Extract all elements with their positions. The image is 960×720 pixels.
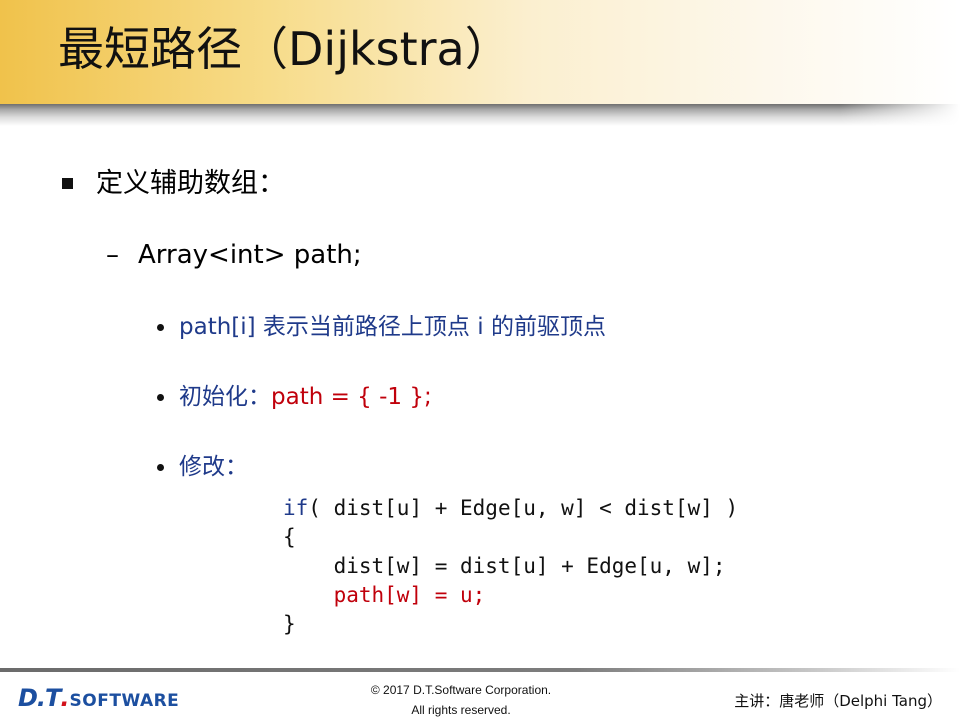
dot-bullet-icon — [157, 324, 164, 331]
lecturer-credit: 主讲：唐老师（Delphi Tang） — [734, 692, 942, 710]
code-block: if( dist[u] + Edge[u, w] < dist[w] ) { d… — [283, 494, 738, 639]
code-line-path-update: path[w] = u; — [283, 583, 486, 607]
dot-bullet-icon — [157, 464, 164, 471]
square-bullet-icon — [62, 178, 73, 189]
logo-dot: . — [60, 684, 70, 712]
title-banner: 最短路径（Dijkstra） — [0, 0, 960, 104]
init-label: 初始化： — [179, 384, 271, 410]
dash-bullet-icon: – — [106, 240, 119, 270]
code-line: } — [283, 612, 296, 636]
init-code: path = { -1 }; — [271, 384, 432, 410]
slide-title: 最短路径（Dijkstra） — [58, 22, 511, 76]
logo-dt: D.T — [18, 684, 61, 712]
bullet-level1-text: 定义辅助数组： — [96, 168, 285, 199]
bullet-item-init: 初始化：path = { -1 }; — [179, 380, 432, 414]
copyright-notice: © 2017 D.T.Software Corporation. All rig… — [340, 680, 582, 720]
title-shadow-divider — [0, 104, 960, 126]
code-keyword-if: if — [283, 496, 309, 520]
logo-software: SOFTWARE — [69, 691, 180, 711]
code-line: { — [283, 525, 296, 549]
bullet-level2-text: Array<int> path; — [138, 240, 362, 270]
bullet-item-modify: 修改： — [179, 454, 248, 480]
dot-bullet-icon — [157, 394, 164, 401]
copyright-line: All rights reserved. — [411, 703, 511, 717]
copyright-line: © 2017 D.T.Software Corporation. — [370, 683, 552, 697]
code-line: dist[w] = dist[u] + Edge[u, w]; — [283, 554, 726, 578]
code-condition: ( dist[u] + Edge[u, w] < dist[w] ) — [308, 496, 739, 520]
bullet-item-path-definition: path[i] 表示当前路径上顶点 i 的前驱顶点 — [179, 314, 606, 340]
dt-software-logo: D.T.SOFTWARE — [18, 684, 179, 714]
code-line: if( dist[u] + Edge[u, w] < dist[w] ) — [283, 494, 738, 523]
footer-divider — [0, 668, 960, 672]
